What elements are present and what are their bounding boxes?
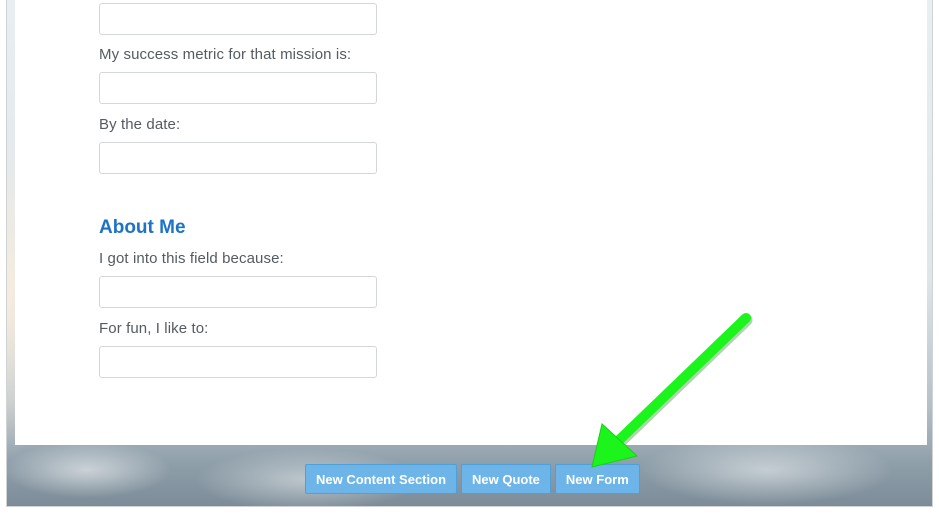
for-fun-input[interactable]: [99, 346, 377, 378]
editor-window: My success metric for that mission is: B…: [6, 0, 933, 507]
by-date-field[interactable]: [99, 142, 377, 174]
field-reason-label: I got into this field because:: [99, 250, 284, 267]
by-date-label: By the date:: [99, 116, 181, 133]
success-metric-label: My success metric for that mission is:: [99, 46, 352, 63]
mission-field[interactable]: [99, 3, 377, 35]
success-metric-field[interactable]: [99, 72, 377, 104]
about-me-heading: About Me: [99, 217, 186, 238]
new-content-section-button[interactable]: New Content Section: [305, 464, 458, 494]
for-fun-label: For fun, I like to:: [99, 320, 209, 337]
field-reason-input[interactable]: [99, 276, 377, 308]
add-section-toolbar: New Content Section New Quote New Form: [305, 464, 640, 494]
form-card: My success metric for that mission is: B…: [15, 0, 927, 445]
new-quote-button[interactable]: New Quote: [461, 464, 551, 494]
new-form-button[interactable]: New Form: [554, 464, 640, 494]
